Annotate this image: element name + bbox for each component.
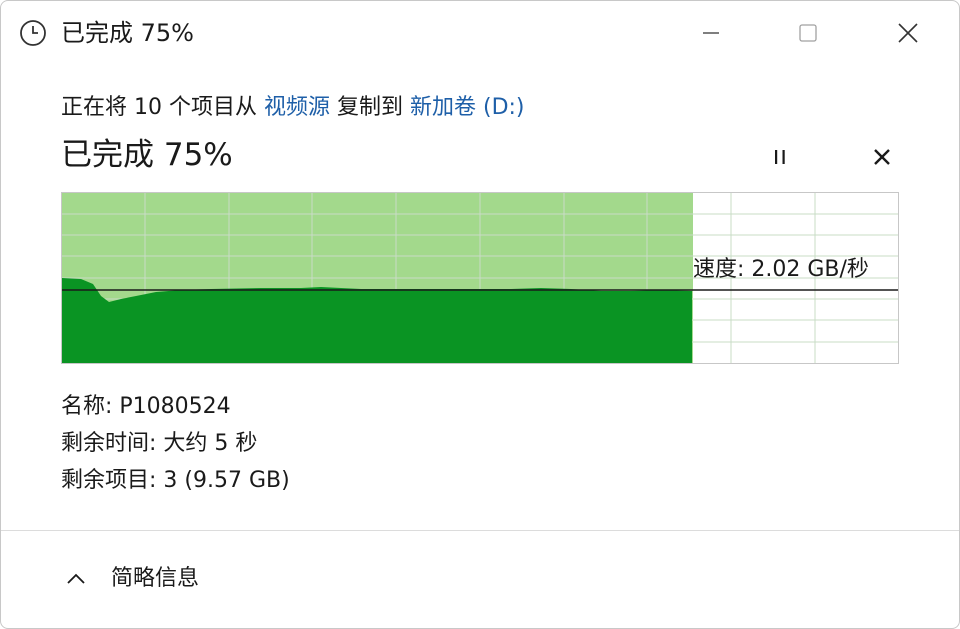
progress-heading: 已完成 75% <box>61 137 233 173</box>
pause-icon <box>775 150 785 164</box>
copy-middle: 复制到 <box>330 95 410 120</box>
footer-divider <box>1 530 959 531</box>
copy-progress-dialog: 已完成 75% 正在将 10 个项目从 视频源 复制到 新加卷 (D:) 已完成… <box>0 0 960 629</box>
copy-description: 正在将 10 个项目从 视频源 复制到 新加卷 (D:) <box>61 93 525 123</box>
fewer-details-label: 简略信息 <box>111 566 200 591</box>
file-name-label: 名称: <box>61 394 120 419</box>
destination-drive-link[interactable]: 新加卷 (D:) <box>410 95 525 120</box>
clock-icon <box>20 20 46 46</box>
cancel-copy-button[interactable] <box>862 137 902 177</box>
items-remaining-value: 3 (9.57 GB) <box>163 468 290 493</box>
minimize-button[interactable] <box>683 11 739 55</box>
time-remaining-label: 剩余时间: <box>61 431 164 456</box>
speed-readout: 速度: 2.02 GB/秒 <box>693 257 869 282</box>
maximize-button[interactable] <box>780 11 836 55</box>
close-icon <box>898 23 918 43</box>
cancel-icon <box>874 149 890 165</box>
fewer-details-toggle[interactable]: 简略信息 <box>63 559 199 599</box>
file-name-row: 名称: P1080524 <box>61 392 231 422</box>
chevron-up-icon <box>67 573 85 584</box>
maximize-icon <box>799 24 817 42</box>
pause-button[interactable] <box>760 137 800 177</box>
minimize-icon <box>703 32 719 34</box>
file-name-value: P1080524 <box>119 394 231 419</box>
close-window-button[interactable] <box>880 11 936 55</box>
copy-prefix: 正在将 10 个项目从 <box>61 95 264 120</box>
title-bar[interactable]: 已完成 75% <box>1 1 959 65</box>
window-title: 已完成 75% <box>61 19 194 47</box>
time-remaining-value: 大约 5 秒 <box>163 431 258 456</box>
source-folder-link[interactable]: 视频源 <box>264 95 330 120</box>
items-remaining-label: 剩余项目: <box>61 468 164 493</box>
time-remaining-row: 剩余时间: 大约 5 秒 <box>61 429 257 459</box>
items-remaining-row: 剩余项目: 3 (9.57 GB) <box>61 466 290 496</box>
